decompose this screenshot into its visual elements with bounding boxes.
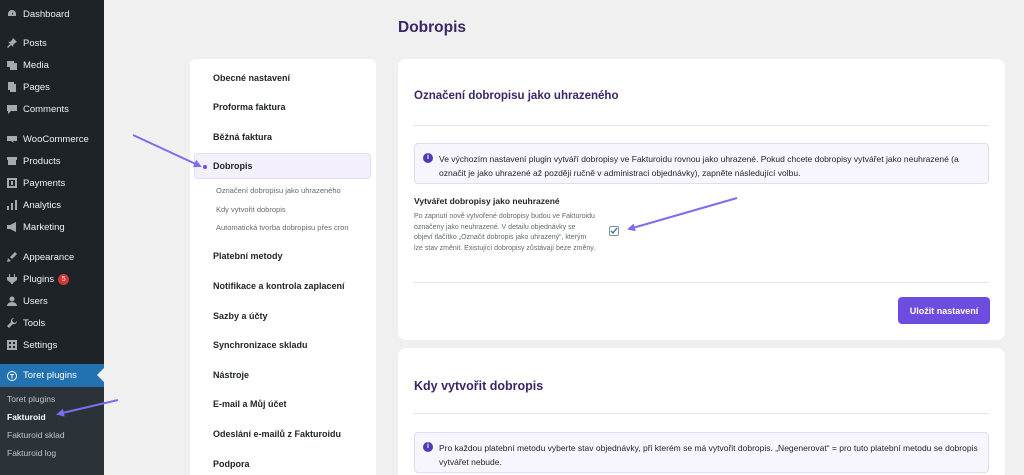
sidebar-item-label: Products bbox=[23, 155, 61, 167]
info-icon: i bbox=[423, 442, 433, 452]
sidebar-item-label: Pages bbox=[23, 81, 50, 93]
sidebar-item-comments[interactable]: Comments bbox=[0, 98, 104, 120]
info-icon: i bbox=[423, 153, 433, 163]
sidebar-item-label: WooCommerce bbox=[23, 133, 89, 145]
submenu-item-toret-plugins[interactable]: Toret plugins bbox=[7, 394, 55, 404]
sidebar-item-appearance[interactable]: Appearance bbox=[0, 246, 104, 268]
settings-icon bbox=[7, 340, 17, 350]
divider bbox=[414, 413, 989, 414]
page-title: Dobropis bbox=[398, 19, 467, 36]
tools-icon bbox=[7, 318, 17, 328]
nav-subitem-when-create[interactable]: Kdy vytvořit dobropis bbox=[216, 205, 286, 214]
sidebar-item-label: Comments bbox=[23, 103, 69, 115]
info-text: Ve výchozím nastavení plugin vytváří dob… bbox=[439, 154, 959, 178]
nav-subitem-cron[interactable]: Automatická tvorba dobropisu přes cron bbox=[216, 223, 349, 232]
save-settings-button[interactable]: Uložit nastavení bbox=[898, 297, 990, 324]
field-label: Vytvářet dobropisy jako neuhrazené bbox=[414, 196, 560, 206]
info-notice: i Ve výchozím nastavení plugin vytváří d… bbox=[414, 143, 989, 184]
sidebar-item-label: Analytics bbox=[23, 199, 62, 211]
sidebar-item-label: Marketing bbox=[23, 221, 65, 233]
section-mark-paid: Označení dobropisu jako uhrazeného i Ve … bbox=[398, 59, 1005, 340]
sidebar-item-marketing[interactable]: Marketing bbox=[0, 216, 104, 238]
section-title: Kdy vytvořit dobropis bbox=[414, 379, 544, 393]
nav-item-send-emails[interactable]: Odeslání e-mailů z Fakturoidu bbox=[213, 429, 341, 439]
comments-icon bbox=[7, 104, 17, 114]
nav-item-email-account[interactable]: E-mail a Můj účet bbox=[213, 399, 287, 409]
users-icon bbox=[7, 296, 17, 306]
nav-subitem-mark-paid[interactable]: Označení dobropisu jako uhrazeného bbox=[216, 186, 341, 195]
info-text: Pro každou platební metodu vyberte stav … bbox=[439, 443, 978, 467]
sidebar-item-analytics[interactable]: Analytics bbox=[0, 194, 104, 216]
nav-item-tools[interactable]: Nástroje bbox=[213, 370, 249, 380]
pin-icon bbox=[7, 38, 17, 48]
divider bbox=[414, 282, 989, 283]
sidebar-item-label: Payments bbox=[23, 177, 66, 189]
appearance-icon bbox=[7, 252, 17, 262]
divider bbox=[414, 125, 989, 126]
sidebar-item-label: Plugins bbox=[23, 273, 55, 285]
submenu-item-fakturoid-sklad[interactable]: Fakturoid sklad bbox=[7, 430, 65, 440]
nav-item-regular-invoice[interactable]: Běžná faktura bbox=[213, 132, 272, 142]
sidebar-item-label: Dashboard bbox=[23, 8, 70, 20]
products-icon bbox=[7, 156, 17, 166]
info-notice: i Pro každou platební metodu vyberte sta… bbox=[414, 432, 989, 473]
sidebar-item-plugins[interactable]: Plugins 5 bbox=[0, 268, 104, 290]
current-menu-pointer bbox=[97, 368, 104, 382]
submenu-item-fakturoid[interactable]: Fakturoid bbox=[7, 412, 46, 422]
nav-item-support[interactable]: Podpora bbox=[213, 459, 250, 469]
woocommerce-icon bbox=[7, 134, 17, 144]
payments-icon bbox=[7, 178, 17, 188]
pages-icon bbox=[7, 82, 17, 92]
sidebar-item-label: Toret plugins bbox=[23, 370, 77, 381]
section-when-create: Kdy vytvořit dobropis i Pro každou plate… bbox=[398, 348, 1005, 475]
nav-item-stock-sync[interactable]: Synchronizace skladu bbox=[213, 340, 308, 350]
sidebar-item-media[interactable]: Media bbox=[0, 54, 104, 76]
sidebar-item-payments[interactable]: Payments bbox=[0, 172, 104, 194]
dashboard-icon bbox=[7, 9, 17, 19]
sidebar-item-label: Settings bbox=[23, 339, 58, 351]
sidebar-item-label: Appearance bbox=[23, 251, 75, 263]
plugins-update-badge: 5 bbox=[58, 273, 70, 285]
nav-item-payment-methods[interactable]: Platební metody bbox=[213, 251, 283, 261]
section-title: Označení dobropisu jako uhrazeného bbox=[414, 90, 619, 102]
media-icon bbox=[7, 60, 17, 70]
sidebar-item-label: Media bbox=[23, 59, 49, 71]
field-description: Po zapnutí nově vytvořené dobropisy budo… bbox=[414, 213, 596, 252]
sidebar-item-settings[interactable]: Settings bbox=[0, 334, 104, 356]
toret-submenu: Toret plugins Fakturoid Fakturoid sklad … bbox=[0, 387, 104, 475]
sidebar-item-label: Users bbox=[23, 295, 48, 307]
active-dot-icon bbox=[203, 165, 207, 169]
submenu-item-fakturoid-log[interactable]: Fakturoid log bbox=[7, 448, 56, 458]
nav-item-proforma[interactable]: Proforma faktura bbox=[213, 102, 286, 112]
nav-item-notifications[interactable]: Notifikace a kontrola zaplacení bbox=[213, 281, 345, 291]
nav-item-credit-note[interactable]: Dobropis bbox=[213, 161, 253, 171]
nav-item-general[interactable]: Obecné nastavení bbox=[213, 73, 290, 83]
sidebar-item-dashboard[interactable]: Dashboard bbox=[0, 3, 104, 25]
sidebar-item-users[interactable]: Users bbox=[0, 290, 104, 312]
sidebar-item-woocommerce[interactable]: WooCommerce bbox=[0, 128, 104, 150]
sidebar-item-label: Posts bbox=[23, 37, 47, 49]
settings-nav: Obecné nastavení Proforma faktura Běžná … bbox=[190, 59, 376, 475]
sidebar-item-toret-plugins[interactable]: Toret plugins bbox=[0, 364, 104, 387]
sidebar-item-pages[interactable]: Pages bbox=[0, 76, 104, 98]
create-unpaid-checkbox[interactable] bbox=[609, 226, 619, 236]
sidebar-item-products[interactable]: Products bbox=[0, 150, 104, 172]
toret-icon bbox=[7, 370, 17, 381]
sidebar-item-tools[interactable]: Tools bbox=[0, 312, 104, 334]
plugins-icon bbox=[7, 274, 17, 284]
sidebar-item-label: Tools bbox=[23, 317, 46, 329]
checkmark-icon bbox=[610, 227, 618, 235]
marketing-icon bbox=[7, 222, 17, 232]
nav-item-rates-accounts[interactable]: Sazby a účty bbox=[213, 311, 268, 321]
sidebar-item-posts[interactable]: Posts bbox=[0, 32, 104, 54]
analytics-icon bbox=[7, 200, 17, 210]
